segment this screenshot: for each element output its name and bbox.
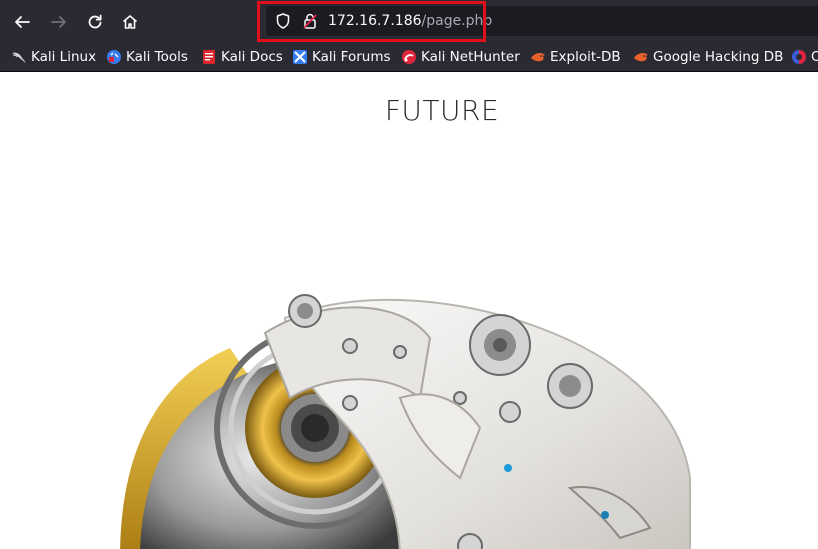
kali-dragon-icon <box>12 52 26 63</box>
bookmark-kali-docs[interactable]: Kali Docs <box>201 48 283 66</box>
arrow-left-icon <box>15 16 30 28</box>
forward-button[interactable] <box>46 9 72 35</box>
page-title: FUTURE <box>384 94 500 127</box>
home-button[interactable] <box>117 9 143 35</box>
bookmark-kali-tools[interactable]: Kali Tools <box>106 48 188 66</box>
page-content: FUTURE <box>0 72 818 549</box>
bookmarks-toolbar: Kali Linux Kali Tools Kali Docs Kali For… <box>0 42 818 72</box>
exploit-db-icon <box>531 53 545 62</box>
arrow-right-icon <box>51 16 66 28</box>
bookmark-kali-forums[interactable]: Kali Forums <box>292 48 391 66</box>
kali-nethunter-icon <box>402 50 416 64</box>
bookmark-label: O <box>811 49 818 65</box>
bookmark-label: Google Hacking DB <box>653 49 784 65</box>
reload-button[interactable] <box>82 9 108 35</box>
back-button[interactable] <box>9 9 35 35</box>
bookmark-kali-nethunter[interactable]: Kali NetHunter <box>401 48 520 66</box>
kali-tools-icon <box>107 50 121 64</box>
bookmark-label: Kali NetHunter <box>421 49 520 65</box>
bookmark-label: Kali Linux <box>31 49 97 65</box>
url-path: /page.php <box>421 13 493 29</box>
browser-toolbar: 172.16.7.186/page.php <box>0 0 818 42</box>
insecure-lock-icon[interactable] <box>301 12 319 30</box>
shield-icon[interactable] <box>274 12 292 30</box>
offsec-icon <box>792 50 806 64</box>
kali-docs-icon <box>203 50 215 64</box>
kali-forums-icon <box>293 50 307 64</box>
bookmark-label: Kali Docs <box>221 49 283 65</box>
bookmark-exploit-db[interactable]: Exploit-DB <box>530 48 621 66</box>
bookmark-offsec[interactable]: O <box>791 48 818 66</box>
ghdb-icon <box>634 53 648 62</box>
bookmark-label: Exploit-DB <box>550 49 621 65</box>
home-icon <box>122 15 138 29</box>
bookmark-google-hacking-db[interactable]: Google Hacking DB <box>633 48 783 66</box>
bookmark-label: Kali Tools <box>126 49 188 65</box>
url-text[interactable]: 172.16.7.186/page.php <box>328 12 492 30</box>
address-bar[interactable]: 172.16.7.186/page.php <box>266 6 818 36</box>
url-host: 172.16.7.186 <box>328 13 422 29</box>
robot-head-image <box>120 294 691 549</box>
reload-icon <box>88 14 102 29</box>
bookmark-label: Kali Forums <box>312 49 391 65</box>
bookmark-kali-linux[interactable]: Kali Linux <box>11 48 96 66</box>
